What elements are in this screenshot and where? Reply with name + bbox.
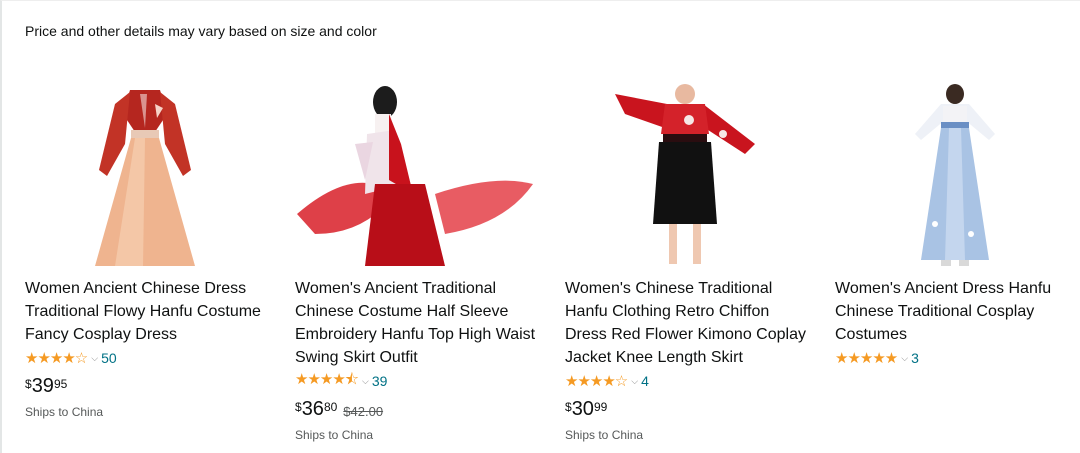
shipping-info: Ships to China — [295, 428, 374, 442]
product-image[interactable] — [835, 80, 1075, 270]
price-currency: $ — [565, 400, 572, 414]
review-count-link[interactable]: 4 — [641, 373, 649, 389]
chevron-down-icon[interactable]: ⌵ — [362, 376, 369, 387]
product-rating: ★★★★☆ ⌵ 50 — [25, 348, 295, 368]
price-whole: 30 — [571, 398, 594, 420]
review-count-link[interactable]: 3 — [911, 350, 919, 366]
product-title[interactable]: Women Ancient Chinese Dress Traditional … — [25, 277, 270, 346]
price-currency: $ — [295, 400, 302, 414]
product-card: Women Ancient Chinese Dress Traditional … — [25, 80, 295, 442]
dress-image-2 — [297, 86, 533, 266]
dress-image-4 — [915, 84, 995, 266]
shipping-info: Ships to China — [565, 428, 644, 442]
star-rating-icon[interactable]: ★★★★☆ — [25, 349, 88, 367]
product-price[interactable]: $ 30 99 — [565, 397, 835, 421]
price-whole: 39 — [31, 375, 54, 397]
product-price[interactable]: $ 39 95 — [25, 374, 295, 398]
product-title[interactable]: Women's Ancient Traditional Chinese Cost… — [295, 277, 540, 369]
star-rating-icon[interactable]: ★★★★⯪ — [295, 369, 359, 394]
star-rating-icon[interactable]: ★★★★★ — [835, 349, 898, 367]
product-rating: ★★★★☆ ⌵ 4 — [565, 371, 835, 391]
dress-image-3 — [615, 84, 755, 264]
product-card: Women's Ancient Traditional Chinese Cost… — [295, 80, 565, 442]
price-whole: 36 — [301, 398, 324, 420]
list-price: $42.00 — [343, 404, 384, 419]
review-count-link[interactable]: 50 — [101, 350, 117, 366]
chevron-down-icon[interactable]: ⌵ — [631, 376, 638, 387]
price-fraction: 95 — [53, 377, 68, 391]
product-image[interactable] — [295, 80, 535, 270]
product-card: Women's Ancient Dress Hanfu Chinese Trad… — [835, 80, 1080, 442]
review-count-link[interactable]: 39 — [372, 373, 388, 389]
price-currency: $ — [25, 377, 32, 391]
product-rating: ★★★★⯪ ⌵ 39 — [295, 371, 565, 391]
product-grid: Women Ancient Chinese Dress Traditional … — [25, 80, 1080, 442]
price-notice: Price and other details may vary based o… — [25, 23, 377, 39]
product-title[interactable]: Women's Chinese Traditional Hanfu Clothi… — [565, 277, 810, 369]
star-rating-icon[interactable]: ★★★★☆ — [565, 372, 628, 390]
product-price[interactable]: $ 36 80 $42.00 — [295, 397, 565, 421]
price-fraction: 80 — [323, 400, 338, 414]
shipping-info: Ships to China — [25, 405, 104, 419]
dress-image-1 — [95, 90, 195, 266]
chevron-down-icon[interactable]: ⌵ — [91, 353, 98, 364]
product-image[interactable] — [25, 80, 265, 270]
product-rating: ★★★★★ ⌵ 3 — [835, 348, 1080, 368]
product-card: Women's Chinese Traditional Hanfu Clothi… — [565, 80, 835, 442]
price-fraction: 99 — [593, 400, 608, 414]
product-image[interactable] — [565, 80, 805, 270]
chevron-down-icon[interactable]: ⌵ — [901, 353, 908, 364]
product-title[interactable]: Women's Ancient Dress Hanfu Chinese Trad… — [835, 277, 1080, 346]
